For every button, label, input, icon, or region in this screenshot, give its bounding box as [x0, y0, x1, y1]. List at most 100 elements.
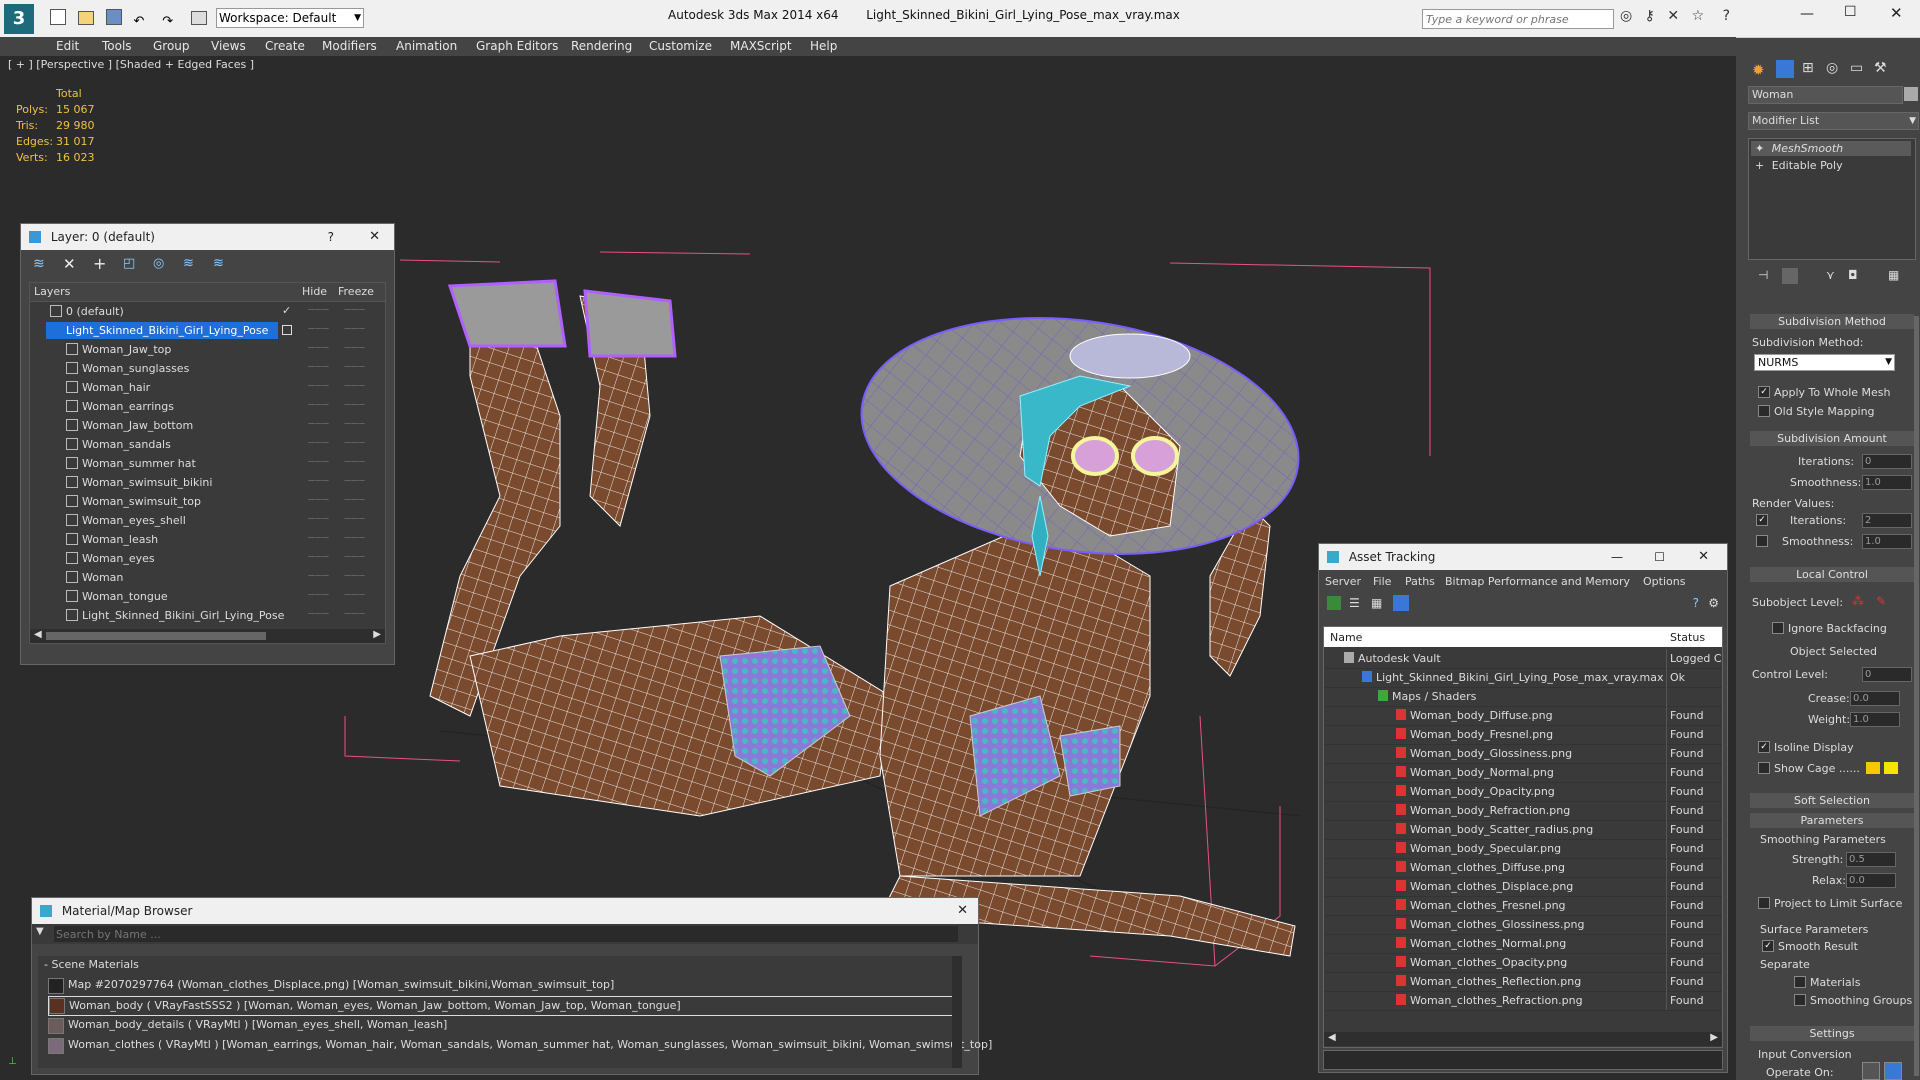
layer-object-row[interactable]: Woman_swimsuit_bikini ——— ———	[30, 473, 385, 492]
motion-tab-icon[interactable]: ◎	[1826, 60, 1838, 76]
freeze-all-icon[interactable]: ≋	[213, 256, 224, 271]
settings-icon[interactable]: ⚙	[1708, 596, 1719, 610]
crease-spinner[interactable]: 0.0	[1850, 691, 1900, 706]
column-name[interactable]: Name	[1330, 631, 1362, 644]
pin-stack-icon[interactable]: ⊣	[1758, 268, 1768, 282]
freeze-toggle[interactable]: ———	[344, 476, 365, 484]
workspace-dropdown[interactable]: Workspace: Default ▼	[216, 8, 364, 28]
hide-toggle[interactable]: ———	[308, 419, 329, 427]
layer-object-row[interactable]: Woman_hair ——— ———	[30, 378, 385, 397]
asset-row[interactable]: Woman_clothes_Displace.png Found	[1324, 877, 1722, 897]
undo-icon[interactable]: ↶	[133, 14, 144, 29]
asset-row[interactable]: Maps / Shaders	[1324, 687, 1722, 707]
asset-row[interactable]: Woman_body_Fresnel.png Found	[1324, 725, 1722, 745]
freeze-toggle[interactable]: ———	[344, 362, 365, 370]
layer-object-row[interactable]: Woman_eyes_shell ——— ———	[30, 511, 385, 530]
hide-toggle[interactable]: ———	[308, 609, 329, 617]
help-icon[interactable]: ?	[328, 224, 334, 250]
hierarchy-tab-icon[interactable]: ⊞	[1802, 60, 1814, 76]
rollout-parameters[interactable]: Parameters	[1750, 813, 1914, 828]
control-level-spinner[interactable]: 0	[1862, 667, 1912, 682]
hide-toggle[interactable]: ———	[308, 552, 329, 560]
smoothing-groups-checkbox[interactable]	[1794, 994, 1806, 1006]
open-file-icon[interactable]	[77, 11, 94, 25]
hide-toggle[interactable]: ———	[308, 495, 329, 503]
asset-row[interactable]: Autodesk Vault Logged C	[1324, 649, 1722, 669]
menu-rendering[interactable]: Rendering	[571, 37, 632, 56]
refresh-icon[interactable]	[1327, 596, 1341, 610]
object-color-swatch[interactable]	[1904, 87, 1918, 101]
column-layers[interactable]: Layers	[34, 285, 70, 298]
subdivision-method-dropdown[interactable]: NURMS ▼	[1754, 354, 1895, 371]
show-cage-checkbox[interactable]	[1758, 762, 1770, 774]
thumbnail-view-icon[interactable]: ▦	[1371, 596, 1382, 610]
asset-tracking-window[interactable]: Asset Tracking — ☐ ✕ Server File Paths B…	[1318, 543, 1728, 1073]
render-iterations-spinner[interactable]: 2	[1862, 513, 1912, 528]
asset-row[interactable]: Woman_clothes_Fresnel.png Found	[1324, 896, 1722, 916]
render-smoothness-checkbox[interactable]	[1756, 535, 1768, 547]
layer-object-row[interactable]: Woman_sandals ——— ———	[30, 435, 385, 454]
cage-color-swatch[interactable]	[1866, 762, 1880, 774]
freeze-toggle[interactable]: ———	[344, 305, 365, 313]
hide-toggle[interactable]: ———	[308, 590, 329, 598]
rollout-subdivision-method[interactable]: Subdivision Method	[1750, 314, 1914, 329]
asset-row[interactable]: Woman_body_Scatter_radius.png Found	[1324, 820, 1722, 840]
expand-icon[interactable]: +	[1755, 159, 1764, 172]
menu-edit[interactable]: Edit	[56, 37, 79, 56]
lightbulb-icon[interactable]: ✦	[1755, 142, 1764, 155]
hide-toggle[interactable]: ———	[308, 400, 329, 408]
menu-tools[interactable]: Tools	[102, 37, 132, 56]
menu-create[interactable]: Create	[265, 37, 305, 56]
layer-object-row[interactable]: Woman_Jaw_bottom ——— ———	[30, 416, 385, 435]
freeze-toggle[interactable]: ———	[344, 419, 365, 427]
weight-spinner[interactable]: 1.0	[1850, 712, 1900, 727]
layer-object-row[interactable]: Woman_Jaw_top ——— ———	[30, 340, 385, 359]
menu-animation[interactable]: Animation	[396, 37, 457, 56]
stack-item-meshsmooth[interactable]: ✦ MeshSmooth	[1751, 141, 1911, 156]
material-search-input[interactable]	[54, 926, 958, 942]
layer-window-titlebar[interactable]: Layer: 0 (default) ? ✕	[21, 224, 394, 250]
close-icon[interactable]: ✕	[957, 898, 968, 924]
layer-object-row[interactable]: Woman_swimsuit_top ——— ———	[30, 492, 385, 511]
layer-manager-window[interactable]: Layer: 0 (default) ? ✕ ≋ ✕ + ◰ ◎ ≋ ≋ Lay…	[20, 223, 395, 665]
display-tab-icon[interactable]: ▭	[1850, 60, 1863, 76]
rollout-local-control[interactable]: Local Control	[1750, 567, 1914, 582]
close-button[interactable]: ✕	[1890, 4, 1903, 22]
material-browser-titlebar[interactable]: Material/Map Browser ✕	[32, 898, 978, 924]
asset-row[interactable]: Woman_clothes_Refraction.png Found	[1324, 991, 1722, 1011]
edge-subobject-icon[interactable]: ✎	[1876, 594, 1886, 608]
rollout-settings[interactable]: Settings	[1750, 1026, 1914, 1041]
add-to-layer-icon[interactable]: +	[93, 254, 106, 273]
operate-on-faces-button[interactable]	[1862, 1062, 1880, 1080]
render-iterations-checkbox[interactable]: ✓	[1756, 514, 1768, 526]
layer-object-row[interactable]: Woman_tongue ——— ———	[30, 587, 385, 606]
exchange-icon[interactable]: ✕	[1667, 8, 1679, 24]
smooth-result-checkbox[interactable]: ✓	[1762, 940, 1774, 952]
freeze-toggle[interactable]: ———	[344, 571, 365, 579]
freeze-toggle[interactable]: ———	[344, 457, 365, 465]
help-icon[interactable]: ?	[1693, 596, 1699, 610]
freeze-toggle[interactable]: ———	[344, 495, 365, 503]
hide-toggle[interactable]: ———	[308, 571, 329, 579]
hide-toggle[interactable]: ———	[308, 438, 329, 446]
layer-row[interactable]: Light_Skinned_Bikini_Girl_Lying_Pose ——— —…	[30, 321, 385, 340]
menu-customize[interactable]: Customize	[649, 37, 712, 56]
asset-scrollbar[interactable]: ◀ ▶	[1324, 1032, 1722, 1046]
cage-selection-color-swatch[interactable]	[1884, 762, 1898, 774]
layer-scrollbar[interactable]: ◀ ▶	[30, 629, 385, 643]
column-hide[interactable]: Hide	[302, 285, 327, 298]
asset-tracking-titlebar[interactable]: Asset Tracking — ☐ ✕	[1319, 544, 1727, 570]
isoline-display-checkbox[interactable]: ✓	[1758, 741, 1770, 753]
new-file-icon[interactable]	[50, 9, 66, 25]
delete-layer-icon[interactable]: ✕	[63, 255, 76, 273]
layer-object-row[interactable]: Woman ——— ———	[30, 568, 385, 587]
vertex-subobject-icon[interactable]: ⁂	[1852, 594, 1864, 608]
asset-row[interactable]: Light_Skinned_Bikini_Girl_Lying_Pose_max…	[1324, 668, 1722, 688]
freeze-toggle[interactable]: ———	[344, 590, 365, 598]
column-status[interactable]: Status	[1670, 631, 1705, 644]
close-icon[interactable]: ✕	[369, 224, 380, 250]
hide-toggle[interactable]: ———	[308, 514, 329, 522]
asset-row[interactable]: Woman_body_Opacity.png Found	[1324, 782, 1722, 802]
close-icon[interactable]: ✕	[1698, 544, 1709, 570]
binoculars-icon[interactable]: ◎	[1620, 8, 1632, 24]
